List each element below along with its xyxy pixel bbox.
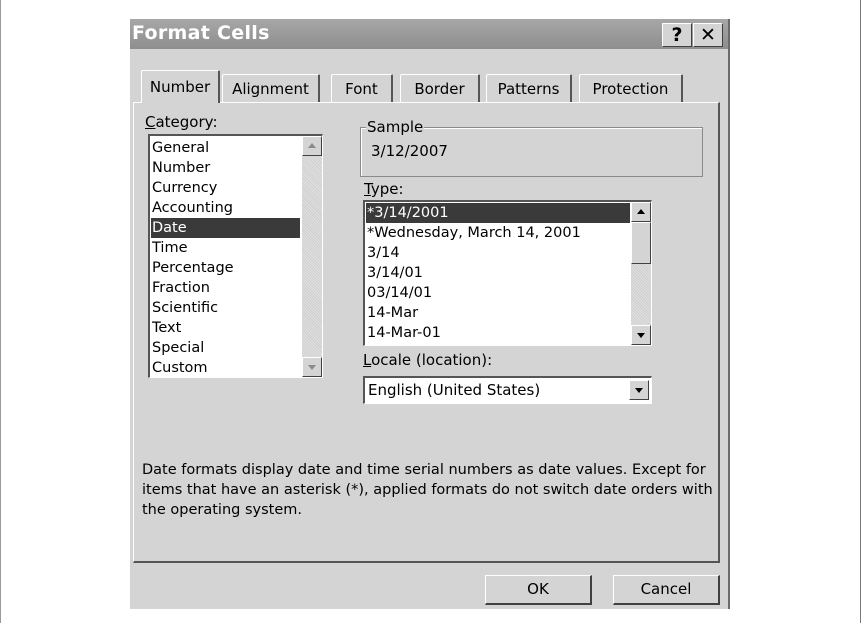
category-item-scientific[interactable]: Scientific bbox=[151, 298, 300, 318]
category-item-number[interactable]: Number bbox=[151, 158, 300, 178]
format-description: Date formats display date and time seria… bbox=[142, 462, 713, 518]
scroll-up-icon bbox=[308, 143, 316, 148]
tab-font[interactable]: Font bbox=[331, 74, 393, 102]
category-label-rest: ategory: bbox=[155, 113, 218, 131]
close-icon: ✕ bbox=[700, 24, 716, 46]
ok-button[interactable]: OK bbox=[485, 575, 592, 605]
tab-border-label: Border bbox=[414, 80, 465, 98]
sample-label: Sample bbox=[366, 118, 425, 136]
tab-alignment[interactable]: Alignment bbox=[222, 74, 320, 102]
type-scroll-thumb[interactable] bbox=[631, 222, 651, 264]
category-item-date[interactable]: Date bbox=[151, 218, 300, 238]
scroll-up-icon bbox=[637, 209, 645, 214]
category-item-special[interactable]: Special bbox=[151, 338, 300, 358]
category-scroll-down-button[interactable] bbox=[302, 357, 322, 377]
category-label: Category: bbox=[145, 113, 218, 131]
category-item-time[interactable]: Time bbox=[151, 238, 300, 258]
tab-alignment-label: Alignment bbox=[232, 80, 309, 98]
locale-label-accel: L bbox=[363, 351, 372, 369]
category-item-accounting[interactable]: Accounting bbox=[151, 198, 300, 218]
tab-patterns-label: Patterns bbox=[497, 80, 560, 98]
format-cells-dialog: Format Cells ? ✕ Number Alignment Font B… bbox=[130, 19, 730, 609]
type-label: Type: bbox=[364, 180, 404, 198]
chevron-down-icon bbox=[635, 388, 643, 393]
tab-protection[interactable]: Protection bbox=[579, 74, 683, 102]
scroll-down-icon bbox=[308, 365, 316, 370]
locale-label: Locale (location): bbox=[363, 351, 492, 369]
help-icon: ? bbox=[671, 24, 683, 46]
type-item[interactable]: 14-Mar bbox=[366, 303, 630, 323]
type-list[interactable]: *3/14/2001 *Wednesday, March 14, 2001 3/… bbox=[363, 200, 652, 346]
title-bar[interactable]: Format Cells ? ✕ bbox=[130, 19, 728, 49]
type-scroll-up-button[interactable] bbox=[631, 202, 651, 222]
type-label-rest: ype: bbox=[370, 180, 404, 198]
type-item[interactable]: *Wednesday, March 14, 2001 bbox=[366, 223, 630, 243]
locale-value: English (United States) bbox=[368, 381, 541, 399]
tab-font-label: Font bbox=[345, 80, 378, 98]
type-item[interactable]: 03/14/01 bbox=[366, 283, 630, 303]
category-label-accel: C bbox=[145, 113, 156, 131]
category-item-general[interactable]: General bbox=[151, 138, 300, 158]
category-list[interactable]: General Number Currency Accounting Date … bbox=[148, 134, 323, 378]
locale-label-rest: ocale (location): bbox=[371, 351, 493, 369]
category-scroll-up-button[interactable] bbox=[302, 136, 322, 156]
help-button[interactable]: ? bbox=[662, 23, 692, 47]
locale-dropdown-button[interactable] bbox=[629, 380, 649, 400]
category-item-currency[interactable]: Currency bbox=[151, 178, 300, 198]
dialog-title: Format Cells bbox=[132, 22, 270, 44]
type-scrollbar[interactable] bbox=[631, 202, 651, 345]
close-button[interactable]: ✕ bbox=[693, 23, 723, 47]
category-scrollbar[interactable] bbox=[302, 136, 322, 377]
type-scroll-down-button[interactable] bbox=[631, 325, 651, 345]
tab-border[interactable]: Border bbox=[400, 74, 480, 102]
cancel-button[interactable]: Cancel bbox=[613, 575, 720, 605]
type-item[interactable]: 3/14/01 bbox=[366, 263, 630, 283]
type-item[interactable]: *3/14/2001 bbox=[366, 203, 630, 223]
tab-protection-label: Protection bbox=[592, 80, 669, 98]
scroll-down-icon bbox=[637, 333, 645, 338]
type-item[interactable]: 3/14 bbox=[366, 243, 630, 263]
sample-value: 3/12/2007 bbox=[371, 142, 448, 160]
category-item-custom[interactable]: Custom bbox=[151, 358, 300, 377]
category-item-text[interactable]: Text bbox=[151, 318, 300, 338]
category-item-percentage[interactable]: Percentage bbox=[151, 258, 300, 278]
type-label-accel: T bbox=[364, 180, 371, 198]
tab-patterns[interactable]: Patterns bbox=[486, 74, 572, 102]
page: Format Cells ? ✕ Number Alignment Font B… bbox=[0, 0, 867, 623]
tab-number-label: Number bbox=[149, 78, 211, 96]
category-item-fraction[interactable]: Fraction bbox=[151, 278, 300, 298]
locale-select[interactable]: English (United States) bbox=[363, 376, 652, 404]
type-item[interactable]: 14-Mar-01 bbox=[366, 323, 630, 343]
tab-number[interactable]: Number bbox=[141, 70, 220, 103]
